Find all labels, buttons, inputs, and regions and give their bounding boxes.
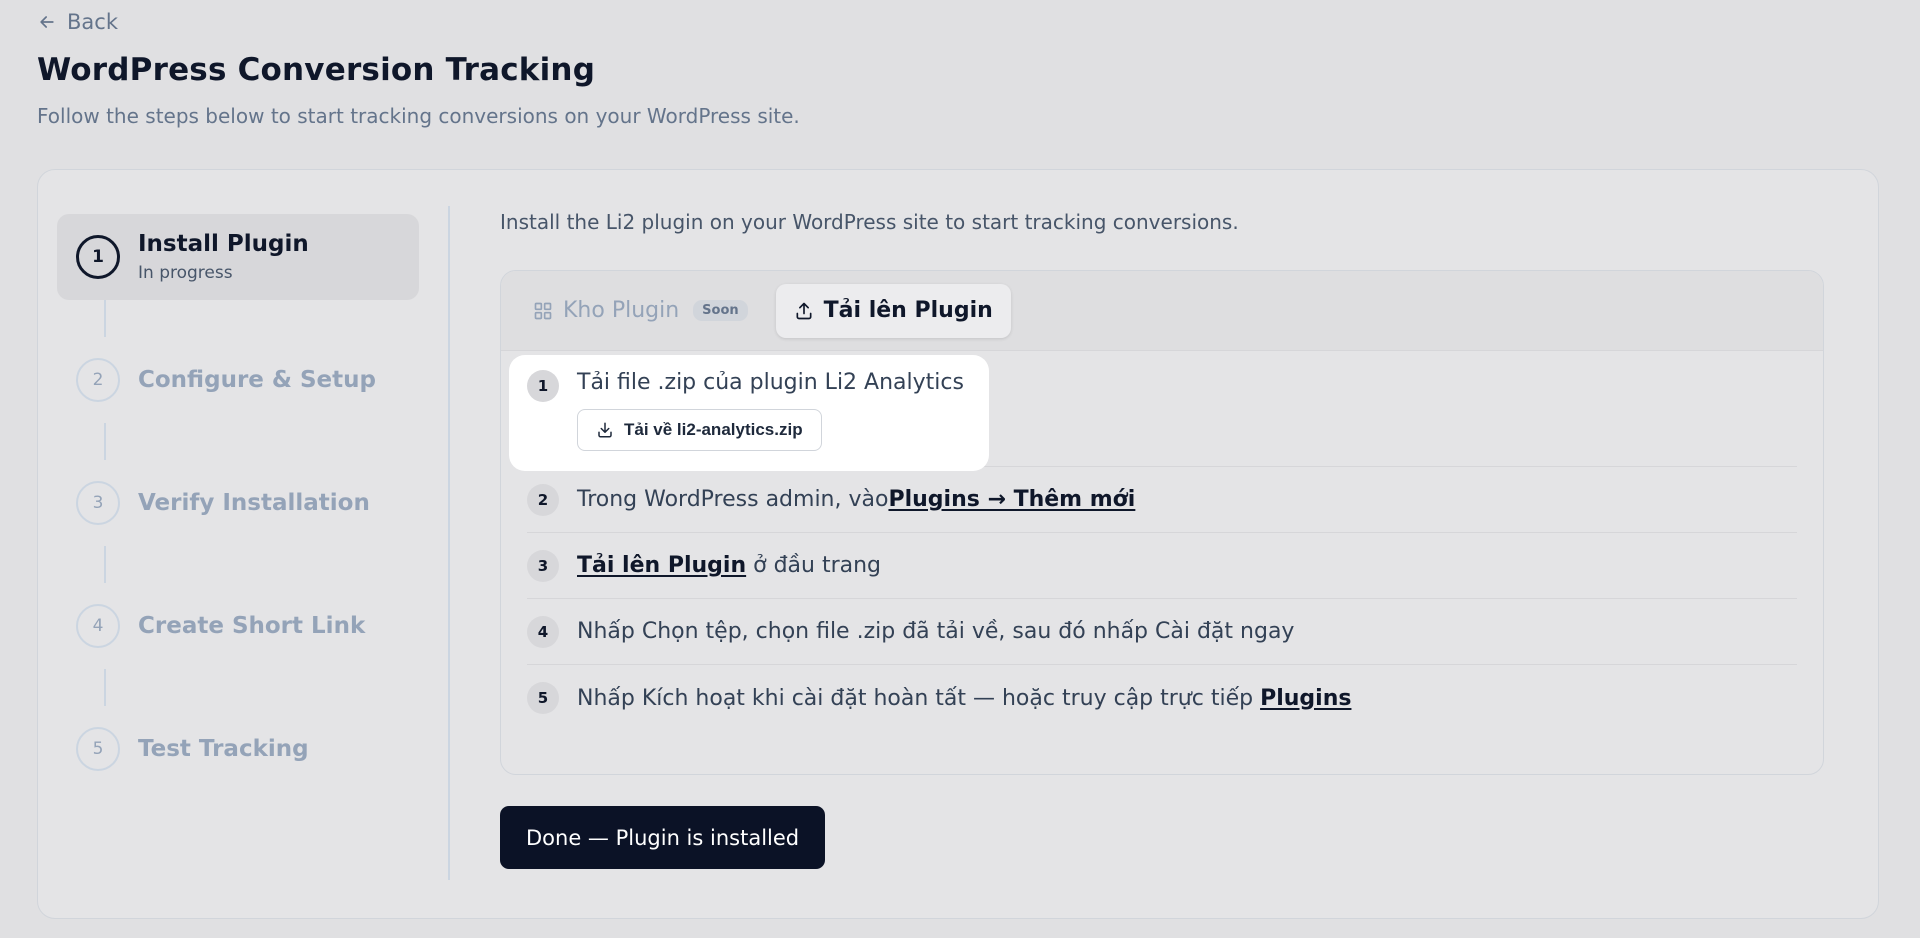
- grid-icon: [534, 302, 552, 319]
- page-subtitle: Follow the steps below to start tracking…: [37, 104, 800, 128]
- done-button[interactable]: Done — Plugin is installed: [500, 806, 826, 869]
- instruction-item: 3 Tải lên Plugin ở đầu trang: [527, 533, 1797, 599]
- instruction-item: 1 Tải file .zip của plugin Li2 Analytics…: [509, 351, 1797, 471]
- instruction-item: 5 Nhấp Kích hoạt khi cài đặt hoàn tất — …: [527, 665, 1797, 731]
- instruction-number: 4: [527, 615, 559, 648]
- instruction-number: 2: [527, 483, 559, 516]
- upload-icon: [796, 302, 812, 319]
- instruction-item: 4 Nhấp Chọn tệp, chọn file .zip đã tải v…: [527, 599, 1797, 665]
- step-number: 4: [76, 604, 120, 648]
- step-label: Install Plugin: [138, 231, 309, 257]
- instruction-number: 5: [527, 682, 559, 714]
- stepper: 1 Install Plugin In progress 2 Configure…: [57, 214, 419, 792]
- step-connector: [104, 300, 106, 337]
- step-create-short-link[interactable]: 4 Create Short Link: [57, 583, 419, 669]
- step-configure-setup[interactable]: 2 Configure & Setup: [57, 337, 419, 423]
- tab-label: Kho Plugin: [563, 298, 680, 323]
- step-label: Configure & Setup: [138, 367, 376, 393]
- instruction-text: Trong WordPress admin, vào: [577, 487, 889, 512]
- instruction-number: 3: [527, 549, 559, 582]
- step-label: Create Short Link: [138, 613, 366, 639]
- instruction-text: Nhấp Kích hoạt khi cài đặt hoàn tất — ho…: [577, 685, 1261, 711]
- instruction-text: Tải file .zip của plugin Li2 Analytics: [577, 370, 964, 395]
- download-zip-button[interactable]: Tải về li2-analytics.zip: [577, 409, 822, 451]
- step-label: Verify Installation: [138, 490, 370, 516]
- arrow-left-icon: [40, 16, 54, 28]
- upload-plugin-link[interactable]: Tải lên Plugin: [577, 553, 746, 578]
- instruction-text: ở đầu trang: [746, 553, 882, 578]
- back-link[interactable]: Back: [37, 10, 118, 34]
- vertical-divider: [448, 206, 450, 880]
- step-verify-installation[interactable]: 3 Verify Installation: [57, 460, 419, 546]
- tab-upload-plugin[interactable]: Tải lên Plugin: [775, 283, 1011, 338]
- step-install-plugin[interactable]: 1 Install Plugin In progress: [57, 214, 419, 300]
- step-connector: [104, 423, 106, 460]
- tab-bar: Kho Plugin Soon Tải lên Plugin: [501, 271, 1823, 351]
- plugins-link[interactable]: Plugins: [1260, 686, 1351, 711]
- instruction-text: Nhấp Chọn tệp, chọn file .zip đã tải về,…: [577, 619, 1295, 644]
- plugins-add-new-link[interactable]: Plugins → Thêm mới: [888, 487, 1135, 512]
- download-label: Tải về li2-analytics.zip: [624, 420, 803, 439]
- install-panel: Kho Plugin Soon Tải lên Plugin 1 Tải fil…: [500, 270, 1824, 775]
- step-connector: [104, 669, 106, 706]
- page-title: WordPress Conversion Tracking: [37, 52, 596, 88]
- step-test-tracking[interactable]: 5 Test Tracking: [57, 706, 419, 792]
- back-label: Back: [67, 10, 118, 34]
- step-status: In progress: [138, 263, 233, 283]
- instruction-number: 1: [527, 370, 559, 402]
- step-number: 3: [76, 481, 120, 525]
- step-number: 1: [76, 235, 120, 279]
- tab-plugin-store[interactable]: Kho Plugin Soon: [515, 284, 766, 338]
- step-intro: Install the Li2 plugin on your WordPress…: [500, 210, 1239, 234]
- step-label: Test Tracking: [138, 736, 309, 762]
- step-number: 2: [76, 358, 120, 402]
- tab-label: Tải lên Plugin: [823, 298, 993, 323]
- instruction-item: 2 Trong WordPress admin, vào Plugins → T…: [527, 467, 1797, 533]
- download-icon: [598, 422, 612, 438]
- step-connector: [104, 546, 106, 583]
- setup-card: 1 Install Plugin In progress 2 Configure…: [37, 169, 1879, 919]
- instruction-list: 1 Tải file .zip của plugin Li2 Analytics…: [501, 351, 1823, 731]
- soon-badge: Soon: [693, 300, 748, 321]
- step-number: 5: [76, 727, 120, 771]
